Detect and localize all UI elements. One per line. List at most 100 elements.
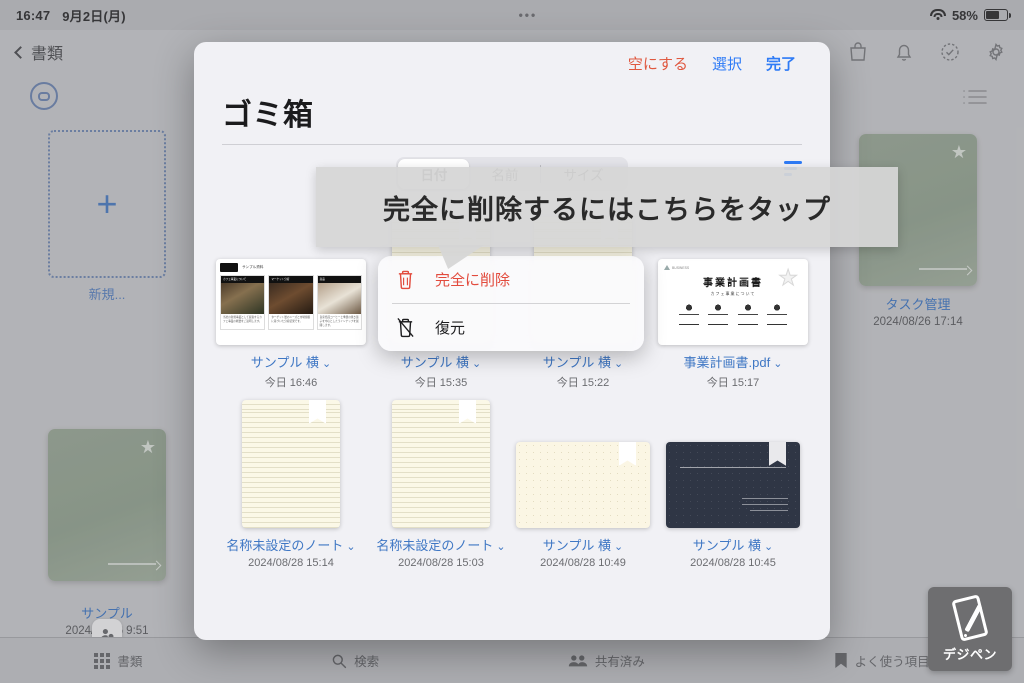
- list-view-icon[interactable]: [962, 88, 988, 111]
- back-button[interactable]: 書類: [14, 40, 64, 64]
- bag-icon[interactable]: [846, 40, 870, 64]
- item-name-row[interactable]: サンプル 横 ⌄: [251, 355, 331, 372]
- item-name-row[interactable]: サンプル 横 ⌄: [543, 538, 623, 555]
- people-icon: [568, 655, 588, 667]
- tab-label: 検索: [354, 655, 380, 669]
- item-name-row[interactable]: サンプル 横 ⌄: [401, 355, 481, 372]
- item-date: 今日 16:46: [264, 376, 318, 389]
- status-bar: 16:47 9月2日(月) ••• 58%: [0, 0, 1024, 30]
- tab-favorites[interactable]: よく使う項目: [834, 651, 930, 670]
- note-line: [680, 466, 786, 469]
- item-date: 2024/08/28 15:14: [248, 556, 334, 569]
- item-date: 2024/08/28 10:45: [690, 556, 776, 569]
- status-time: 16:47: [16, 7, 51, 23]
- bookmark-icon: [459, 399, 476, 424]
- bell-icon[interactable]: [892, 40, 916, 64]
- slide-mini: マーケット分析 ターゲット層のニーズと市場規模に基づいた分析結果です。: [268, 275, 314, 331]
- item-name-row[interactable]: サンプル 横 ⌄: [693, 538, 773, 555]
- tab-search[interactable]: 検索: [331, 651, 379, 670]
- tab-documents[interactable]: 書類: [94, 651, 142, 670]
- empty-trash-button[interactable]: 空にする: [628, 53, 688, 74]
- item-name-row[interactable]: サンプル 横 ⌄: [543, 355, 623, 372]
- item-name: サンプル 横: [400, 355, 469, 370]
- note-line: [742, 497, 788, 500]
- battery-percent: 58%: [951, 7, 978, 23]
- thumbnail-area: [392, 399, 490, 528]
- chevron-left-icon: [14, 45, 27, 59]
- trash-slash-icon: [397, 318, 414, 338]
- pdf-illustrations: [664, 303, 802, 325]
- bookmark-icon: [619, 441, 636, 466]
- wifi-icon: [929, 9, 946, 21]
- status-bar-right: 58%: [929, 7, 1011, 23]
- status-bar-left: 16:47 9月2日(月): [16, 6, 126, 25]
- cover-corner: [151, 560, 162, 571]
- context-menu-label: 復元: [435, 320, 466, 337]
- trash-item[interactable]: サンプル 横 ⌄ 2024/08/28 10:49: [516, 400, 650, 569]
- context-menu: 完全に削除 復元: [378, 256, 644, 351]
- search-icon: [332, 654, 347, 668]
- status-center-dots: •••: [518, 8, 538, 22]
- scan-button[interactable]: [30, 82, 58, 110]
- item-date: 2024/08/28 15:03: [398, 556, 484, 569]
- item-name-row[interactable]: 名称未設定のノート ⌄: [376, 538, 505, 555]
- item-name: サンプル 横: [542, 537, 611, 553]
- watermark-logo: デジペン: [928, 587, 1012, 671]
- item-date: 今日 15:17: [706, 376, 760, 389]
- trash-item[interactable]: 名称未設定のノート ⌄ 2024/08/28 15:03: [374, 399, 508, 569]
- gear-icon[interactable]: [984, 40, 1008, 64]
- item-date: 2024/08/28 10:49: [540, 556, 626, 569]
- star-icon: ★: [950, 142, 967, 162]
- chevron-down-icon[interactable]: ⌄: [346, 541, 355, 553]
- item-date: 今日 15:35: [414, 376, 468, 389]
- background-card-sample[interactable]: ★ サンプル 2024/08/26 9:51: [48, 429, 166, 649]
- item-name: 名称未設定のノート: [226, 537, 344, 553]
- annotation-text: 完全に削除するにはこちらをタップ: [383, 194, 831, 226]
- item-date: 今日 15:22: [556, 376, 610, 389]
- check-circle-icon[interactable]: [938, 40, 962, 64]
- thumbnail-pdf: BUSINESS 事業計画書 カフェ事業について ★: [658, 259, 808, 345]
- back-label: 書類: [31, 46, 64, 63]
- thumbnail-note-dark: [666, 441, 800, 528]
- chevron-down-icon[interactable]: ⌄: [614, 541, 623, 553]
- chevron-down-icon[interactable]: ⌄: [773, 358, 782, 370]
- pdf-subtitle: カフェ事業について: [710, 291, 756, 296]
- chevron-down-icon[interactable]: ⌄: [764, 541, 773, 553]
- item-name: 名称未設定のノート: [376, 537, 494, 553]
- context-menu-item-restore[interactable]: 復元: [378, 304, 644, 351]
- star-icon: ★: [139, 437, 156, 457]
- item-name-row[interactable]: 事業計画書.pdf ⌄: [684, 355, 783, 372]
- tab-label: 共有済み: [594, 655, 645, 669]
- item-name: 事業計画書.pdf: [683, 355, 771, 370]
- context-menu-label: 完全に削除: [435, 272, 511, 289]
- item-name-row[interactable]: 名称未設定のノート ⌄: [226, 538, 355, 555]
- bookmark-icon: [769, 441, 786, 466]
- select-button[interactable]: 選択: [712, 53, 742, 74]
- chevron-down-icon[interactable]: ⌄: [614, 358, 623, 370]
- thumbnail-area: [666, 400, 800, 528]
- background-card-name: タスク管理: [885, 297, 951, 312]
- grid-icon: [94, 652, 111, 669]
- chevron-down-icon[interactable]: ⌄: [472, 358, 481, 370]
- done-button[interactable]: 完了: [766, 53, 796, 74]
- thumbnail-note: [242, 399, 340, 528]
- item-name: サンプル 横: [692, 537, 761, 553]
- new-document-button[interactable]: +: [48, 130, 166, 278]
- status-date: 9月2日(月): [62, 8, 126, 24]
- trash-item[interactable]: サンプル 横 ⌄ 2024/08/28 10:45: [658, 400, 808, 569]
- chevron-down-icon[interactable]: ⌄: [496, 541, 505, 553]
- tab-shared[interactable]: 共有済み: [568, 651, 645, 670]
- slide-mini: カフェ事業について 当社の新規事業として提案するカフェ事業の概要をご説明します。: [220, 275, 266, 331]
- thumbnail-note: [392, 399, 490, 528]
- tab-label: よく使う項目: [854, 655, 930, 669]
- bookmark-icon: [834, 652, 847, 669]
- chevron-down-icon[interactable]: ⌄: [322, 358, 331, 370]
- trash-item[interactable]: 名称未設定のノート ⌄ 2024/08/28 15:14: [216, 399, 366, 569]
- tab-label: 書類: [117, 655, 143, 669]
- context-menu-item-delete-permanently[interactable]: 完全に削除: [378, 256, 644, 303]
- item-name: サンプル 横: [542, 355, 611, 370]
- divider: [222, 144, 802, 145]
- watermark-label: デジペン: [942, 648, 997, 663]
- cover-line: [108, 563, 156, 565]
- slide-header: サンプル資料: [220, 263, 362, 272]
